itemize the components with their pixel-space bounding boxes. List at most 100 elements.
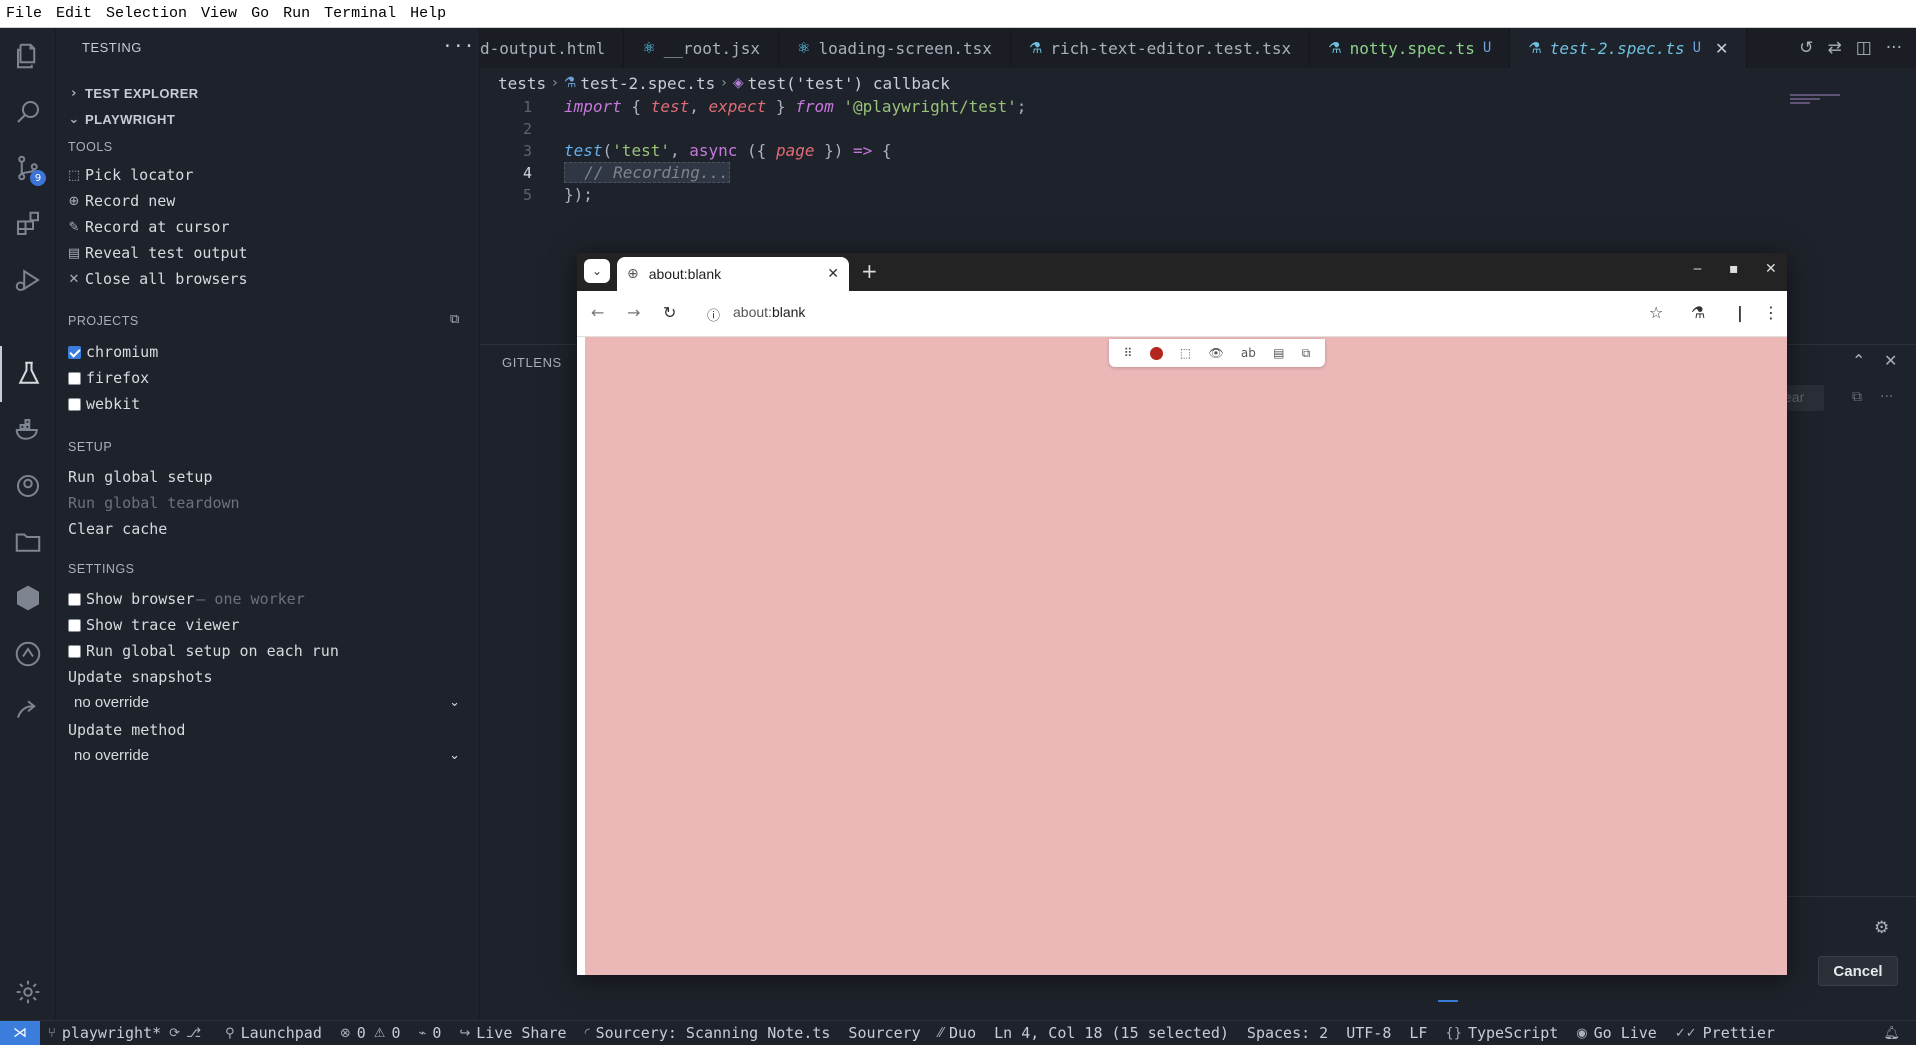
show-browser-checkbox[interactable] (68, 592, 81, 606)
cancel-button[interactable]: Cancel (1818, 956, 1898, 986)
compare-changes-icon[interactable]: ⇄ (1827, 38, 1841, 58)
breadcrumb-symbol[interactable]: test('test') callback (748, 74, 950, 93)
language-mode[interactable]: {} TypeScript (1445, 1024, 1558, 1042)
more-actions-icon[interactable]: ··· (1880, 389, 1893, 405)
copy-icon[interactable]: ⧉ (1852, 389, 1862, 405)
menu-terminal[interactable]: Terminal (324, 5, 396, 22)
assert-visibility-icon[interactable]: 👁 (1208, 346, 1223, 360)
tab-search-icon[interactable]: ⌄ (584, 259, 610, 283)
sync-icon[interactable]: ⟳ (169, 1026, 180, 1041)
notifications-status[interactable]: 🔔︎ (1883, 1026, 1906, 1041)
show-trace-checkbox[interactable] (68, 618, 81, 632)
tab-notty-spec[interactable]: ⚗ notty.spec.ts U (1310, 28, 1511, 68)
split-editor-icon[interactable]: ◫ (1856, 38, 1872, 58)
launchpad-status[interactable]: ⚲ Launchpad (225, 1024, 322, 1042)
minimize-icon[interactable]: ‒ (1693, 261, 1702, 277)
pick-locator-item[interactable]: ⬚ Pick locator (66, 164, 194, 186)
playwright-section[interactable]: ⌄ PLAYWRIGHT (66, 108, 175, 130)
assert-snapshot-icon[interactable]: ⧉ (1302, 346, 1311, 361)
close-tab-icon[interactable]: ✕ (1715, 39, 1728, 58)
folder-icon[interactable] (0, 514, 56, 570)
drag-handle-icon[interactable]: ⠿ (1124, 346, 1133, 360)
testing-flask-icon[interactable] (0, 346, 56, 402)
duo-status[interactable]: ⁄⁄ Duo (939, 1024, 976, 1042)
problems-status[interactable]: ⊗ 0 ⚠ 0 (340, 1024, 401, 1042)
update-snapshots-select[interactable]: no override ⌄ (68, 690, 468, 714)
menu-go[interactable]: Go (251, 5, 269, 22)
clear-cache-item[interactable]: Clear cache (68, 518, 167, 540)
assert-text-icon[interactable]: ab (1241, 346, 1256, 360)
address-bar[interactable]: about:blank (733, 304, 805, 320)
cursor-position[interactable]: Ln 4, Col 18 (15 selected) (994, 1024, 1229, 1042)
gear-icon[interactable]: ⚙ (1874, 918, 1889, 938)
maximize-icon[interactable]: ▪ (1729, 261, 1739, 277)
run-debug-icon[interactable] (0, 252, 56, 308)
tab-test-2-spec[interactable]: ⚗ test-2.spec.ts U ✕ (1510, 28, 1748, 68)
pick-locator-icon[interactable]: ⬚ (1180, 346, 1191, 360)
kebab-menu-icon[interactable]: ⋮ (1763, 303, 1779, 322)
menu-help[interactable]: Help (410, 5, 446, 22)
maximize-panel-icon[interactable]: ⌃ (1852, 351, 1865, 370)
remote-explorer-icon[interactable] (0, 458, 56, 514)
live-share-icon[interactable] (0, 682, 56, 738)
source-control-icon[interactable]: 9 (0, 140, 56, 196)
go-live-status[interactable]: ◉ Go Live (1576, 1024, 1657, 1042)
branch-status[interactable]: ⑂ playwright* ⟳ ⎇ (48, 1024, 207, 1042)
eol-status[interactable]: LF (1409, 1024, 1427, 1042)
more-actions-icon[interactable]: ··· (442, 36, 475, 57)
breadcrumb-folder[interactable]: tests (498, 74, 546, 93)
new-tab-icon[interactable]: + (861, 259, 878, 283)
run-global-setup-each-setting[interactable]: Run global setup on each run (68, 640, 339, 662)
back-icon[interactable]: ← (591, 303, 604, 322)
run-global-teardown-item[interactable]: Run global teardown (68, 492, 240, 514)
docker-icon[interactable] (0, 402, 56, 458)
close-window-icon[interactable]: ✕ (1765, 261, 1777, 277)
breadcrumb-file[interactable]: test-2.spec.ts (580, 74, 715, 93)
browser-tab[interactable]: ⊕ about:blank ✕ (617, 257, 849, 291)
bookmark-star-icon[interactable]: ☆ (1649, 303, 1663, 322)
record-at-cursor-item[interactable]: ✎ Record at cursor (66, 216, 230, 238)
page-viewport[interactable] (585, 346, 1787, 975)
ports-status[interactable]: ⌁ 0 (418, 1024, 441, 1042)
project-firefox[interactable]: firefox (68, 367, 149, 389)
run-global-setup-item[interactable]: Run global setup (68, 466, 213, 488)
extensions-icon[interactable] (0, 196, 56, 252)
show-trace-viewer-setting[interactable]: Show trace viewer (68, 614, 240, 636)
webkit-checkbox[interactable] (68, 397, 81, 411)
sourcery-status[interactable]: Sourcery (848, 1024, 920, 1042)
gitlens-icon[interactable] (0, 626, 56, 682)
test-explorer-section[interactable]: › TEST EXPLORER (66, 82, 199, 104)
assert-value-icon[interactable]: ▤ (1273, 346, 1284, 360)
indentation-status[interactable]: Spaces: 2 (1247, 1024, 1328, 1042)
flask-icon[interactable]: ⚗ (1691, 303, 1705, 322)
run-global-each-checkbox[interactable] (68, 644, 81, 658)
tab-rich-text-editor-test[interactable]: ⚗ rich-text-editor.test.tsx (1011, 28, 1311, 68)
settings-gear-icon[interactable] (0, 964, 56, 1020)
project-webkit[interactable]: webkit (68, 393, 140, 415)
menu-run[interactable]: Run (283, 5, 310, 22)
menu-view[interactable]: View (201, 5, 237, 22)
record-icon[interactable] (1149, 346, 1163, 360)
close-panel-icon[interactable]: ✕ (1884, 351, 1897, 370)
reveal-test-output-item[interactable]: ▤ Reveal test output (66, 242, 248, 264)
explorer-icon[interactable] (0, 28, 56, 84)
collapse-all-icon[interactable]: ⧉ (450, 312, 459, 327)
menu-selection[interactable]: Selection (106, 5, 187, 22)
update-method-select[interactable]: no override ⌄ (68, 743, 468, 767)
tab-loading-screen[interactable]: ⚛ loading-screen.tsx (779, 28, 1011, 68)
reload-icon[interactable]: ↻ (663, 303, 676, 322)
live-share-status[interactable]: ↪ Live Share (459, 1024, 566, 1042)
remote-indicator-icon[interactable]: ⋊ (0, 1020, 40, 1045)
close-all-browsers-item[interactable]: ✕ Close all browsers (66, 268, 248, 290)
hexagon-icon[interactable] (0, 570, 56, 626)
tab-root-jsx[interactable]: ⚛ __root.jsx (624, 28, 780, 68)
forward-icon[interactable]: → (627, 303, 640, 322)
chromium-checkbox[interactable] (68, 345, 81, 359)
sourcery-scan-status[interactable]: ◜ Sourcery: Scanning Note.ts (585, 1024, 831, 1042)
encoding-status[interactable]: UTF-8 (1346, 1024, 1391, 1042)
firefox-checkbox[interactable] (68, 371, 81, 385)
menu-edit[interactable]: Edit (56, 5, 92, 22)
timeline-icon[interactable]: ↺ (1799, 38, 1813, 58)
project-chromium[interactable]: chromium (68, 341, 158, 363)
close-tab-icon[interactable]: ✕ (827, 266, 839, 282)
